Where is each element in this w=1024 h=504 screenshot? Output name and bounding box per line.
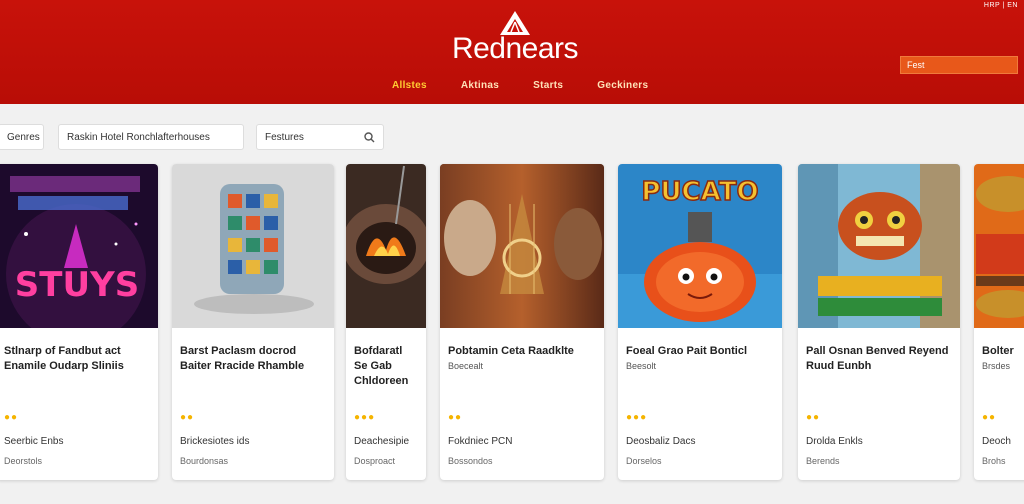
product-thumbnail[interactable] (798, 164, 960, 328)
product-title[interactable]: Foeal Grao Pait Bonticl (626, 344, 774, 359)
svg-text:STUYS: STUYS (15, 265, 139, 305)
rating-stars: ●● (180, 412, 195, 423)
product-title[interactable]: Barst Paclasm docrod Baiter Rracide Rham… (180, 344, 326, 374)
rating-stars: ●● (4, 412, 19, 423)
product-card[interactable]: STUYS Stlnarp of Fandbut act Enamile Oud… (0, 164, 158, 480)
product-title[interactable]: Pall Osnan Benved Reyend Ruud Eunbh (806, 344, 952, 374)
rating-stars: ●● (448, 412, 463, 423)
product-meta: Drolda Enkls (806, 436, 863, 447)
search-icon[interactable] (364, 131, 375, 143)
filter-search-placeholder: Festures (265, 131, 304, 143)
header-search-input[interactable]: Fest (900, 56, 1018, 74)
product-thumbnail[interactable] (440, 164, 604, 328)
product-meta: Brickesiotes ids (180, 436, 250, 447)
product-card[interactable]: Bofdaratl Se Gab Chldoreen ●●● Deachesip… (346, 164, 426, 480)
svg-text:PUCATO: PUCATO (641, 177, 758, 207)
rating-stars: ●●● (626, 412, 648, 423)
product-meta: Deoch (982, 436, 1011, 447)
product-meta-secondary: Bourdonsas (180, 456, 229, 466)
logo-text: Rednears (451, 32, 579, 65)
product-title[interactable]: Bofdaratl Se Gab Chldoreen (354, 344, 418, 389)
product-meta-secondary: Berends (806, 456, 840, 466)
fire-bowl-art (346, 164, 426, 328)
tiki-character-art (798, 164, 960, 328)
filter-bar: Genres Raskin Hotel Ronchlafterhouses Fe… (0, 124, 1024, 150)
product-subtitle: Boecealt (448, 361, 484, 371)
filter-search-input[interactable]: Festures (256, 124, 384, 150)
portrait-art (440, 164, 604, 328)
genres-filter-chip[interactable]: Genres (0, 124, 44, 150)
product-title[interactable]: Pobtamin Ceta Raadklte (448, 344, 596, 359)
site-header: HRP | EN Rednears Allstes Aktinas Starts… (0, 0, 1024, 104)
rating-stars: ●● (806, 412, 821, 423)
product-meta-secondary: Dosproact (354, 456, 396, 466)
burger-art (974, 164, 1024, 328)
product-card[interactable]: Barst Paclasm docrod Baiter Rracide Rham… (172, 164, 334, 480)
main-nav: Allstes Aktinas Starts Geckiners (392, 80, 648, 91)
product-thumbnail[interactable]: STUYS (0, 164, 158, 328)
rating-stars: ●● (982, 412, 997, 423)
cartoon-fish-art: PUCATO (618, 164, 782, 328)
product-grid: STUYS Stlnarp of Fandbut act Enamile Oud… (0, 164, 1024, 484)
product-thumbnail[interactable] (346, 164, 426, 328)
product-subtitle: Brsdes (982, 361, 1011, 371)
site-logo[interactable]: Rednears (430, 10, 600, 64)
product-meta-secondary: Bossondos (448, 456, 493, 466)
product-title[interactable]: Bolter (982, 344, 1024, 359)
product-meta-secondary: Dorselos (626, 456, 662, 466)
nav-item-geckiners[interactable]: Geckiners (597, 80, 648, 91)
product-meta: Seerbic Enbs (4, 436, 64, 447)
nav-item-starts[interactable]: Starts (533, 80, 563, 91)
product-meta: Fokdniec PCN (448, 436, 513, 447)
tile-sculpture-art (172, 164, 334, 328)
nav-item-allstes[interactable]: Allstes (392, 80, 427, 91)
product-thumbnail[interactable] (172, 164, 334, 328)
nav-item-aktinas[interactable]: Aktinas (461, 80, 499, 91)
rating-stars: ●●● (354, 412, 376, 423)
product-title[interactable]: Stlnarp of Fandbut act Enamile Oudarp Sl… (4, 344, 150, 374)
product-card[interactable]: Bolter Brsdes ●● Deoch Brohs (974, 164, 1024, 480)
product-card[interactable]: Pall Osnan Benved Reyend Ruud Eunbh ●● D… (798, 164, 960, 480)
neon-title-art: STUYS (0, 164, 158, 328)
product-meta: Deachesipie (354, 436, 410, 447)
product-thumbnail[interactable] (974, 164, 1024, 328)
product-subtitle: Beesolt (626, 361, 657, 371)
top-links[interactable]: HRP | EN (984, 2, 1018, 9)
product-meta: Deosbaliz Dacs (626, 436, 696, 447)
product-meta-secondary: Brohs (982, 456, 1006, 466)
category-filter-chip[interactable]: Raskin Hotel Ronchlafterhouses (58, 124, 244, 150)
product-thumbnail[interactable]: PUCATO (618, 164, 782, 328)
product-card[interactable]: Pobtamin Ceta Raadklte Boecealt ●● Fokdn… (440, 164, 604, 480)
product-card[interactable]: PUCATO Foeal Grao Pait Bonticl Beesolt ●… (618, 164, 782, 480)
product-meta-secondary: Deorstols (4, 456, 43, 466)
